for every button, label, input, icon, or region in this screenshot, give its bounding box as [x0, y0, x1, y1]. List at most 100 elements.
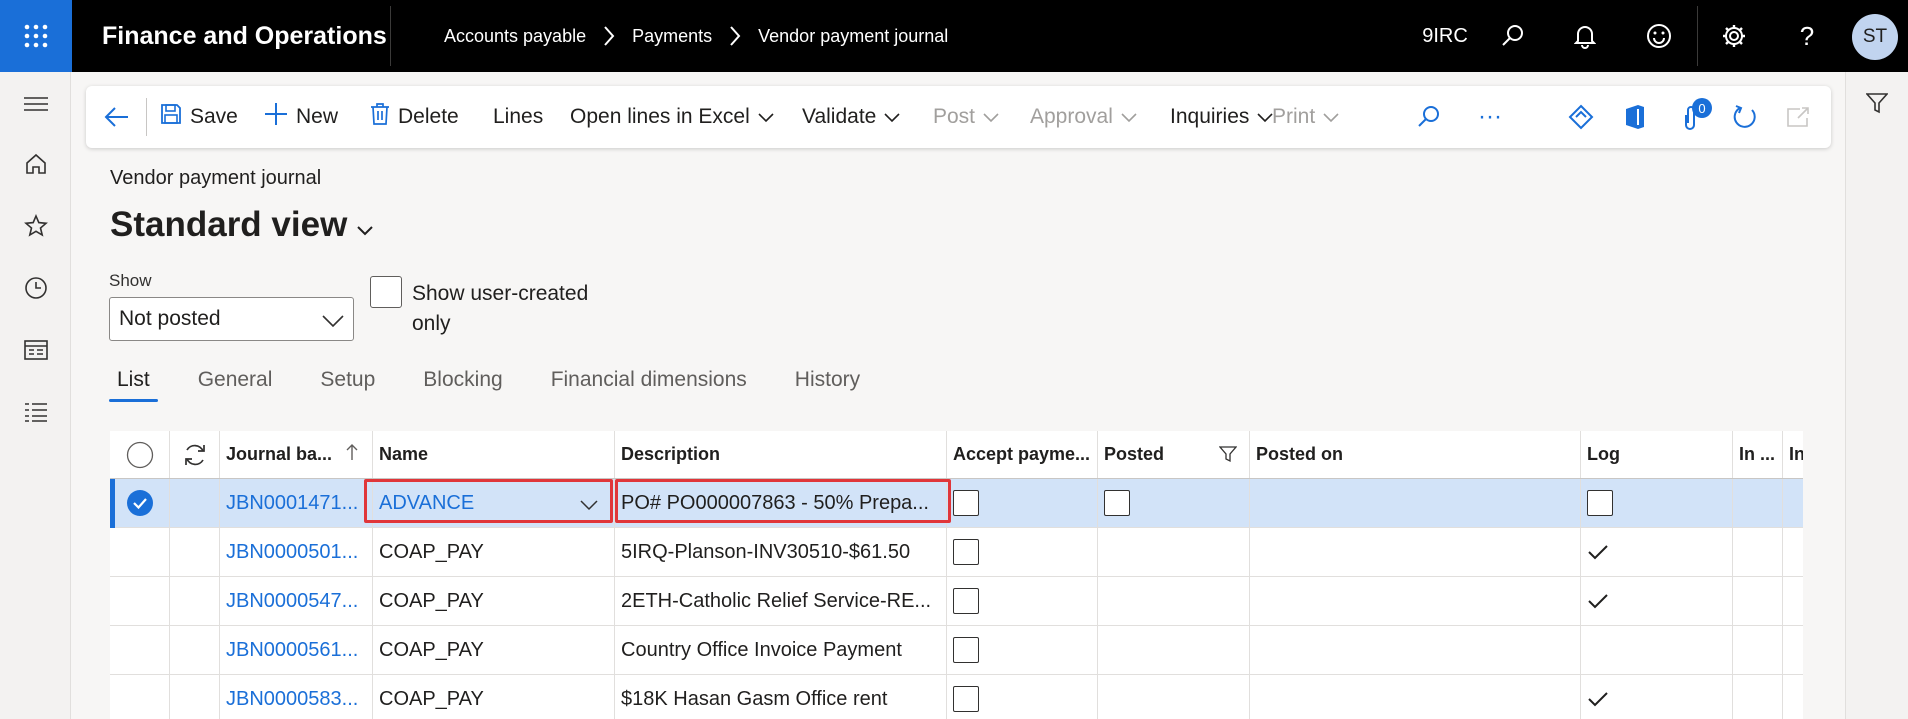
notifications-bell-icon[interactable] — [1562, 0, 1608, 72]
show-filter-select[interactable]: Not posted — [109, 297, 354, 341]
description-cell[interactable]: 2ETH-Catholic Relief Service-RE... — [615, 577, 947, 625]
journal-batch-link[interactable]: JBN0001471... — [220, 479, 373, 527]
refresh-icon[interactable] — [1732, 86, 1758, 148]
validate-dropdown[interactable]: Validate — [802, 86, 900, 148]
column-header-journal-batch[interactable]: Journal ba... — [220, 431, 373, 478]
accept-payment-checkbox[interactable] — [947, 626, 1098, 674]
row-select-cell[interactable] — [110, 626, 170, 674]
column-header-posted-on[interactable]: Posted on — [1250, 431, 1581, 478]
in-cell — [1733, 528, 1783, 576]
in-cell — [1733, 479, 1783, 527]
posted-checkbox[interactable] — [1098, 479, 1250, 527]
open-in-new-window-icon[interactable] — [1786, 86, 1810, 148]
table-row[interactable]: JBN0000583... COAP_PAY $18K Hasan Gasm O… — [110, 675, 1803, 719]
log-checkbox[interactable] — [1581, 479, 1733, 527]
row-selected-check-icon[interactable] — [110, 479, 170, 527]
column-header-posted[interactable]: Posted — [1098, 431, 1250, 478]
tab-list[interactable]: List — [109, 366, 158, 402]
breadcrumb-vendor-payment-journal[interactable]: Vendor payment journal — [758, 26, 948, 47]
accept-payment-checkbox[interactable] — [947, 675, 1098, 719]
favorites-star-icon[interactable] — [0, 206, 71, 246]
delete-button[interactable]: Delete — [370, 86, 459, 148]
refresh-grid-icon[interactable] — [170, 431, 220, 478]
description-cell[interactable]: $18K Hasan Gasm Office rent — [615, 675, 947, 719]
modules-list-icon[interactable] — [0, 392, 71, 432]
select-all-checkbox[interactable] — [110, 431, 170, 478]
breadcrumb-payments[interactable]: Payments — [632, 26, 712, 47]
chevron-down-icon — [357, 205, 374, 245]
log-check-icon — [1581, 675, 1733, 719]
more-options-button[interactable]: ··· — [1478, 86, 1502, 148]
accept-payment-checkbox[interactable] — [947, 528, 1098, 576]
open-lines-in-excel-dropdown[interactable]: Open lines in Excel — [570, 86, 774, 148]
table-row[interactable]: JBN0000547... COAP_PAY 2ETH-Catholic Rel… — [110, 577, 1803, 626]
description-cell[interactable]: 5IRQ-Planson-INV30510-$61.50 — [615, 528, 947, 576]
journal-batch-link[interactable]: JBN0000501... — [220, 528, 373, 576]
column-header-log[interactable]: Log — [1581, 431, 1733, 478]
log-cell — [1581, 626, 1733, 674]
attachments-paperclip-icon[interactable]: 0 — [1680, 86, 1712, 148]
app-launcher-icon[interactable] — [0, 0, 72, 72]
name-cell[interactable]: COAP_PAY — [373, 528, 615, 576]
delete-label: Delete — [398, 105, 459, 128]
approval-dropdown[interactable]: Approval — [1030, 86, 1137, 148]
description-cell[interactable]: Country Office Invoice Payment — [615, 626, 947, 674]
settings-gear-icon[interactable] — [1711, 0, 1757, 72]
tab-history[interactable]: History — [787, 366, 868, 402]
accept-payment-checkbox[interactable] — [947, 577, 1098, 625]
journal-batch-link[interactable]: JBN0000561... — [220, 626, 373, 674]
tab-general[interactable]: General — [190, 366, 281, 402]
column-header-description[interactable]: Description — [615, 431, 947, 478]
column-header-name[interactable]: Name — [373, 431, 615, 478]
column-header-in[interactable]: In ... — [1733, 431, 1783, 478]
feedback-smiley-icon[interactable] — [1636, 0, 1682, 72]
log-check-icon — [1581, 577, 1733, 625]
hamburger-menu-icon[interactable] — [0, 84, 71, 124]
home-icon[interactable] — [0, 144, 71, 184]
approval-label: Approval — [1030, 105, 1113, 128]
new-button[interactable]: New — [264, 86, 338, 148]
tab-blocking[interactable]: Blocking — [415, 366, 510, 402]
lines-button[interactable]: Lines — [493, 86, 543, 148]
journal-batch-link[interactable]: JBN0000583... — [220, 675, 373, 719]
company-picker[interactable]: 9IRC — [1410, 0, 1480, 72]
tab-setup[interactable]: Setup — [312, 366, 383, 402]
search-icon[interactable] — [1490, 0, 1536, 72]
table-row[interactable]: JBN0000501... COAP_PAY 5IRQ-Planson-INV3… — [110, 528, 1803, 577]
filter-funnel-icon[interactable] — [1865, 92, 1889, 119]
help-icon[interactable]: ? — [1784, 0, 1830, 72]
name-cell[interactable]: COAP_PAY — [373, 626, 615, 674]
breadcrumb-accounts-payable[interactable]: Accounts payable — [444, 26, 586, 47]
power-apps-diamond-icon[interactable] — [1568, 86, 1594, 148]
table-row[interactable]: JBN0000561... COAP_PAY Country Office In… — [110, 626, 1803, 675]
recent-clock-icon[interactable] — [0, 268, 71, 308]
avatar[interactable]: ST — [1852, 14, 1898, 60]
office-icon[interactable] — [1624, 86, 1646, 148]
search-icon[interactable] — [1417, 86, 1441, 148]
row-select-cell[interactable] — [110, 528, 170, 576]
tab-financial-dimensions[interactable]: Financial dimensions — [543, 366, 755, 402]
view-selector[interactable]: Standard view — [110, 205, 374, 245]
name-cell[interactable]: COAP_PAY — [373, 577, 615, 625]
app-title[interactable]: Finance and Operations — [102, 0, 387, 72]
row-select-cell[interactable] — [110, 675, 170, 719]
accept-payment-checkbox[interactable] — [947, 479, 1098, 527]
name-cell[interactable]: COAP_PAY — [373, 675, 615, 719]
column-header-in-2[interactable]: In — [1783, 431, 1803, 478]
column-header-accept-payment[interactable]: Accept payme... — [947, 431, 1098, 478]
inquiries-dropdown[interactable]: Inquiries — [1170, 86, 1273, 148]
back-arrow-icon[interactable] — [104, 86, 130, 148]
journal-batch-link[interactable]: JBN0000547... — [220, 577, 373, 625]
posted-on-cell — [1250, 626, 1581, 674]
print-dropdown[interactable]: Print — [1272, 86, 1339, 148]
post-dropdown[interactable]: Post — [933, 86, 999, 148]
table-row[interactable]: JBN0001471... ADVANCE PO# PO000007863 - … — [110, 479, 1803, 528]
description-field[interactable]: PO# PO000007863 - 50% Prepa... — [615, 479, 947, 527]
row-select-cell[interactable] — [110, 577, 170, 625]
chevron-right-icon — [602, 25, 616, 47]
workspaces-icon[interactable] — [0, 330, 71, 370]
save-button[interactable]: Save — [160, 86, 238, 148]
show-user-created-checkbox[interactable] — [370, 276, 402, 308]
divider — [1697, 6, 1698, 66]
name-dropdown[interactable]: ADVANCE — [373, 479, 615, 527]
